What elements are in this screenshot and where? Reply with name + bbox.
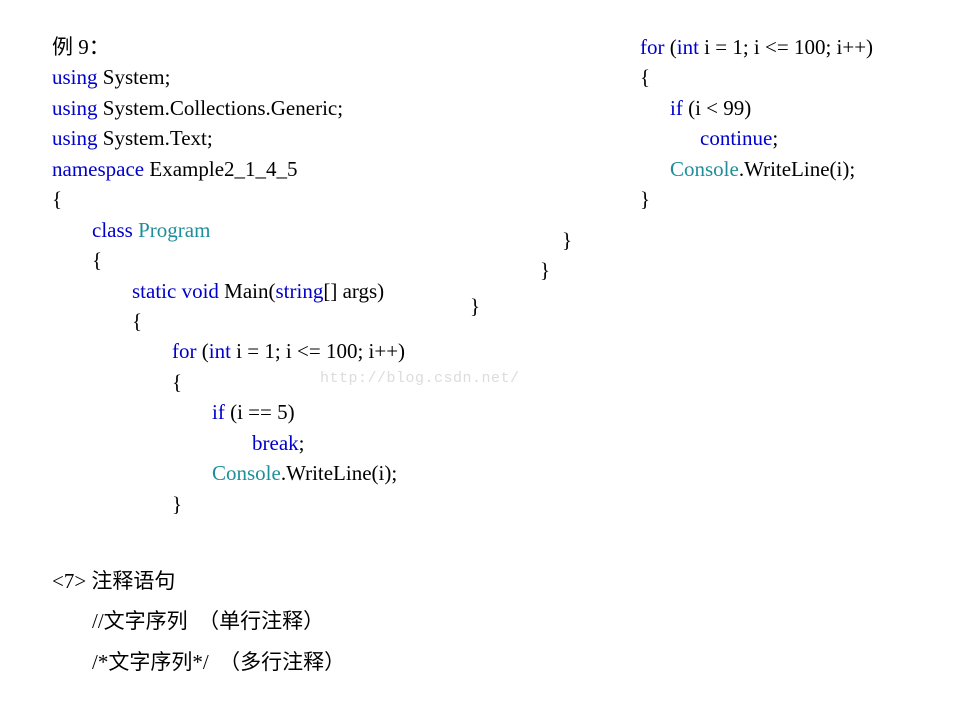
text: i = 1; i <= 100; i++)	[699, 35, 873, 59]
code-line: static void Main(string[] args)	[52, 276, 572, 306]
code-line: using System;	[52, 62, 572, 92]
keyword: using	[52, 65, 98, 89]
text: System;	[98, 65, 171, 89]
keyword: void	[182, 279, 219, 303]
keyword: static	[132, 279, 176, 303]
text: i = 1; i <= 100; i++)	[231, 339, 405, 363]
code-line: {	[52, 367, 572, 397]
code-line: using System.Text;	[52, 123, 572, 153]
keyword: continue	[700, 126, 772, 150]
text: Example2_1_4_5	[144, 157, 297, 181]
text: ;	[772, 126, 778, 150]
code-line: continue;	[640, 123, 950, 153]
keyword: if	[670, 96, 683, 120]
keyword: using	[52, 126, 98, 150]
keyword: string	[276, 279, 324, 303]
keyword: for	[172, 339, 197, 363]
code-line: using System.Collections.Generic;	[52, 93, 572, 123]
code-line: }	[52, 489, 572, 519]
text: .WriteLine(i);	[281, 461, 397, 485]
code-line: if (i == 5)	[52, 397, 572, 427]
text: System.Collections.Generic;	[98, 96, 344, 120]
type-name: Console	[212, 461, 281, 485]
code-line: }	[640, 184, 950, 214]
keyword: int	[209, 339, 231, 363]
code-line: break;	[52, 428, 572, 458]
text: Main(	[219, 279, 276, 303]
comment-line: //文字序列 （单行注释）	[52, 606, 602, 636]
comment-section: <7> 注释语句 //文字序列 （单行注释） /*文字序列*/ （多行注释）	[52, 566, 602, 677]
code-line: for (int i = 1; i <= 100; i++)	[640, 32, 950, 62]
code-line: Console.WriteLine(i);	[640, 154, 950, 184]
text: (	[197, 339, 209, 363]
code-line: if (i < 99)	[640, 93, 950, 123]
keyword: int	[677, 35, 699, 59]
keyword: using	[52, 96, 98, 120]
close-brace-main: }	[470, 291, 480, 321]
keyword: if	[212, 400, 225, 424]
text: System.Text;	[98, 126, 213, 150]
example-title: 例 9：	[52, 32, 572, 62]
keyword: for	[640, 35, 665, 59]
text: (i < 99)	[683, 96, 751, 120]
text: (	[665, 35, 677, 59]
text: [] args)	[323, 279, 384, 303]
class-name: Program	[138, 218, 210, 242]
code-line: {	[52, 306, 572, 336]
code-line: {	[52, 245, 572, 275]
right-code-column: for (int i = 1; i <= 100; i++) { if (i <…	[640, 32, 950, 215]
code-line: namespace Example2_1_4_5	[52, 154, 572, 184]
keyword: namespace	[52, 157, 144, 181]
comment-line: /*文字序列*/ （多行注释）	[52, 647, 602, 677]
close-brace-class: }	[540, 255, 550, 285]
code-line: class Program	[52, 215, 572, 245]
code-line: Console.WriteLine(i);	[52, 458, 572, 488]
keyword: break	[252, 431, 299, 455]
left-code-column: 例 9： using System; using System.Collecti…	[52, 32, 572, 519]
code-line: {	[52, 184, 572, 214]
text: .WriteLine(i);	[739, 157, 855, 181]
section-heading: <7> 注释语句	[52, 566, 602, 596]
close-brace-namespace: }	[562, 225, 572, 255]
text: (i == 5)	[225, 400, 295, 424]
code-line: {	[640, 62, 950, 92]
keyword: class	[92, 218, 138, 242]
code-line: for (int i = 1; i <= 100; i++)	[52, 336, 572, 366]
page: http://blog.csdn.net/ 例 9： using System;…	[0, 0, 960, 720]
text: ;	[299, 431, 305, 455]
type-name: Console	[670, 157, 739, 181]
